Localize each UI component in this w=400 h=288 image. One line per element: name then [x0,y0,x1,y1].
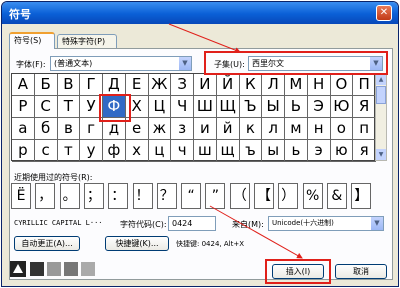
arrow-to-insert [209,205,303,259]
symbol-dialog: 符号 ✕ 符号(S) 特殊字符(P) 字体(F): (普通文本) ▼ 子集(U)… [1,1,399,287]
annotation-arrows [168,23,303,259]
arrow-to-subset [168,23,241,53]
tab-symbols[interactable]: 符号(S) [9,32,55,49]
